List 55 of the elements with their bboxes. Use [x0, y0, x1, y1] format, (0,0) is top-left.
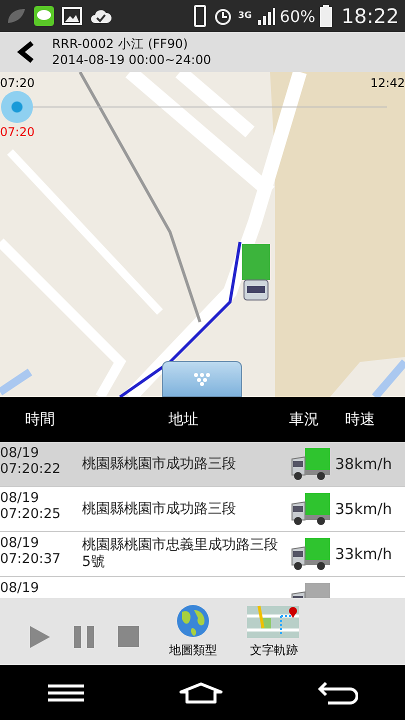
column-header: 時速 — [345, 410, 376, 429]
menu-button[interactable] — [48, 684, 84, 702]
column-header: 車況 — [288, 410, 320, 429]
time-cell-text: 07:20:25 — [0, 506, 62, 522]
clock: 18:22 — [341, 4, 399, 28]
date-cell-text: 08/19 — [0, 445, 40, 461]
table-row[interactable]: 08/19 07:20:22 桃園縣桃園市成功路三段 38km/h — [0, 442, 405, 487]
end-time: 12:42 — [370, 76, 405, 90]
menu-icon — [48, 684, 84, 702]
cloud-check-icon — [90, 8, 112, 24]
play-icon — [30, 626, 50, 648]
truck-icon — [291, 492, 331, 526]
vibrate-icon — [192, 5, 208, 27]
map-type-button[interactable]: 地圖類型 — [169, 604, 217, 659]
speed-cell: 38km/h — [335, 455, 392, 473]
current-time: 07:20 — [0, 125, 36, 139]
column-header: 地址 — [168, 410, 200, 429]
pause-icon — [74, 626, 94, 648]
alarm-icon — [213, 6, 234, 26]
network-type: 3G — [238, 11, 252, 21]
speed-cell: 33km/h — [335, 545, 392, 563]
time-cell-text: 07:20:37 — [0, 551, 62, 567]
pause-button[interactable] — [74, 626, 94, 648]
column-header: 時間 — [24, 410, 56, 429]
vehicle-title: RRR-0002 小江 (FF90) — [52, 36, 189, 52]
time-cell-text: 07:20:22 — [0, 461, 62, 477]
date-cell-text: 08/19 — [0, 535, 40, 551]
date-cell-text: 08/19 — [0, 580, 40, 596]
home-icon — [178, 682, 222, 704]
chevron-left-icon — [17, 41, 35, 63]
chat-app-icon — [34, 6, 54, 26]
drawer-handle[interactable] — [162, 361, 242, 397]
picture-icon — [62, 7, 82, 25]
start-time: 07:20 — [0, 76, 35, 90]
text-track-button[interactable]: 文字軌跡 — [247, 604, 301, 659]
back-nav-button[interactable] — [318, 680, 358, 704]
signal-icon — [256, 7, 275, 25]
address-cell: 桃園縣桃園市成功路三段 — [82, 456, 236, 472]
date-cell-text: 08/19 — [0, 490, 40, 506]
battery-icon — [320, 5, 332, 27]
dots-icon — [192, 372, 212, 386]
address-cell: 桃園縣桃園市忠義里成功路三段5號 — [82, 537, 278, 570]
leaf-icon — [6, 7, 26, 25]
map-pin-icon — [247, 604, 301, 638]
truck-icon — [291, 537, 331, 571]
play-button[interactable] — [30, 626, 50, 648]
home-button[interactable] — [178, 682, 222, 704]
stop-icon — [118, 626, 139, 647]
address-cell: 桃園縣桃園市成功路三段 — [82, 500, 236, 516]
battery-percent: 60% — [280, 6, 316, 26]
speed-cell: 35km/h — [335, 500, 392, 518]
back-arrow-icon — [318, 680, 358, 704]
date-range: 2014-08-19 00:00~24:00 — [52, 52, 212, 68]
truck-icon — [291, 447, 331, 481]
globe-icon — [176, 604, 210, 638]
